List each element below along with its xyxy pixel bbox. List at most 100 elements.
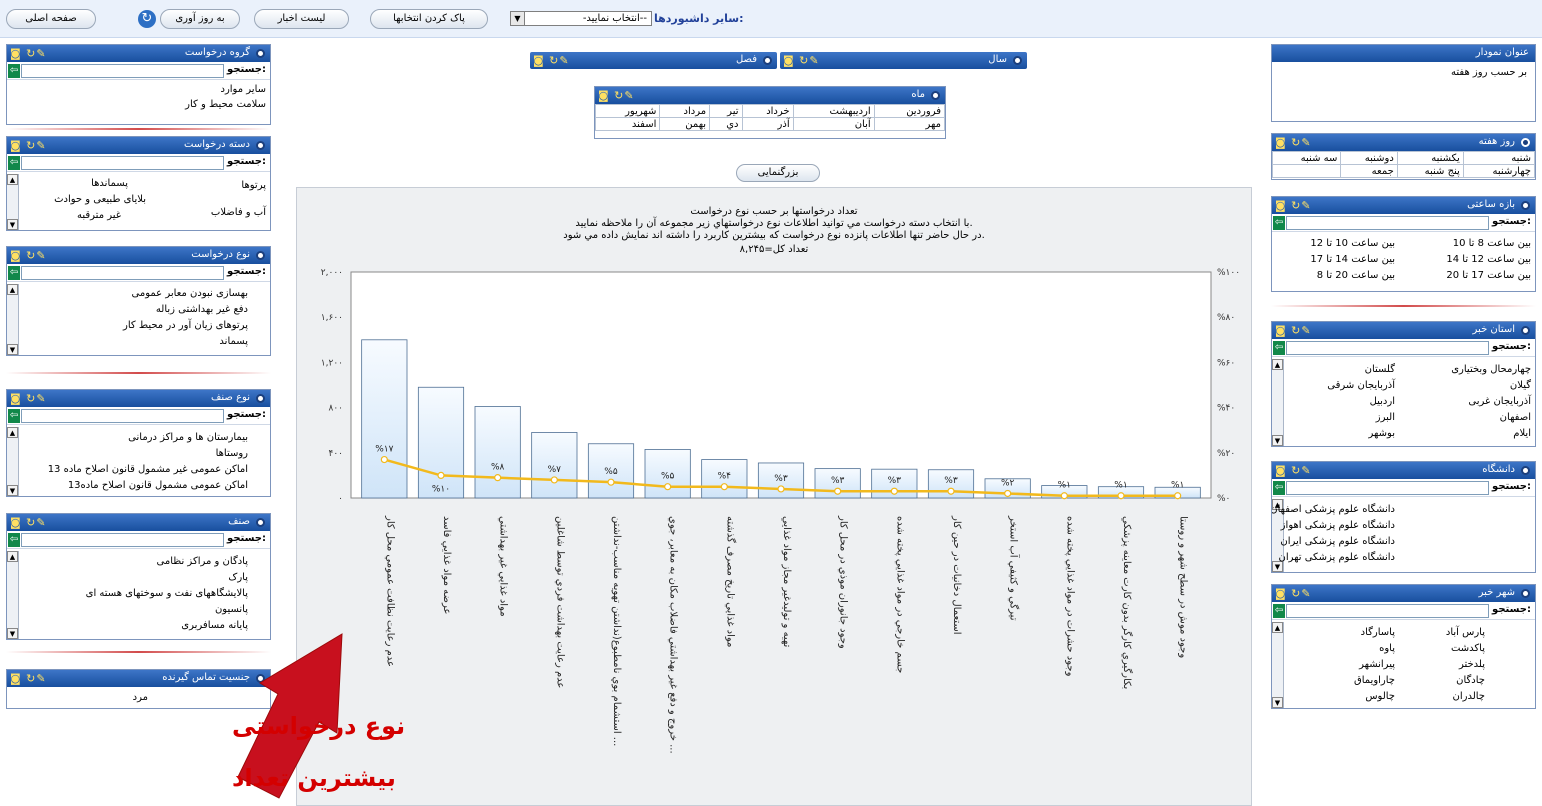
list-item[interactable]: ایلام [1513, 428, 1531, 439]
list-item[interactable]: مرد [133, 692, 148, 703]
grid-cell[interactable]: اردیبهشت [792, 104, 875, 118]
search-input[interactable] [21, 156, 224, 170]
panel-tools-icon[interactable]: ◙ ↻✎ [10, 46, 47, 62]
grid-cell[interactable]: تیر [709, 104, 743, 118]
grid-cell[interactable]: بهمن [659, 117, 711, 131]
grid-cell[interactable]: چهارشنبه [1462, 164, 1535, 178]
search-input[interactable] [1286, 604, 1489, 618]
go-icon[interactable]: ⇦ [1273, 216, 1285, 230]
list-item[interactable]: آذربایجان غربی [1468, 396, 1531, 407]
grid-cell[interactable]: پنج شنبه [1396, 164, 1464, 178]
scroll-up-icon[interactable]: ▲ [7, 174, 18, 185]
home-button[interactable]: صفحه اصلی [6, 9, 96, 29]
radio-icon[interactable] [256, 518, 265, 527]
list-item[interactable]: گیلان [1510, 380, 1531, 391]
list-item[interactable]: پارک [228, 572, 248, 583]
grid-cell[interactable]: دوشنبه [1340, 151, 1398, 165]
scroll-down-icon[interactable]: ▼ [1272, 435, 1283, 446]
list-item[interactable]: چالدران [1453, 691, 1485, 702]
grid-cell[interactable]: فروردین [873, 104, 945, 118]
list-item[interactable]: بیمارستان ها و مراکز درمانی [128, 432, 248, 443]
grid-cell[interactable]: مرداد [659, 104, 711, 118]
grid-cell[interactable]: جمعه [1340, 164, 1398, 178]
list-item[interactable]: پرتوهای زیان آور در محیط کار [123, 320, 248, 331]
list-item[interactable]: روستاها [216, 448, 248, 459]
zoom-button[interactable]: بزرگنمایی [736, 164, 820, 182]
list-item[interactable]: اماکن عمومی مشمول قانون اصلاح ماده13 [68, 480, 248, 491]
radio-icon[interactable] [256, 394, 265, 403]
go-icon[interactable]: ⇦ [1273, 604, 1285, 618]
search-input[interactable] [21, 64, 224, 78]
list-item[interactable]: سلامت محیط و کار [185, 99, 266, 110]
list-item[interactable]: بین ساعت 17 تا 20 [1446, 270, 1531, 281]
list-item[interactable]: چاراویماق [1354, 675, 1395, 686]
scroll-down-icon[interactable]: ▼ [7, 344, 18, 355]
panel-tools-icon[interactable]: ◙ ↻✎ [1275, 463, 1312, 479]
list-item[interactable]: سایر موارد [221, 84, 267, 95]
go-icon[interactable]: ⇦ [1273, 481, 1285, 495]
scroll-up-icon[interactable]: ▲ [7, 284, 18, 295]
panel-tools-icon[interactable]: ◙ ↻✎ [1275, 586, 1312, 602]
panel-tools-icon[interactable]: ◙ ↻✎ [533, 53, 570, 69]
list-item[interactable]: پسماندها [91, 178, 128, 189]
list-item[interactable]: اماکن عمومی غیر مشمول قانون اصلاح ماده 1… [48, 464, 248, 475]
list-item[interactable]: بهسازی نبودن معابر عمومی [132, 288, 248, 299]
go-icon[interactable]: ⇦ [8, 64, 20, 78]
grid-cell[interactable]: آذر [741, 117, 794, 131]
scrollbar[interactable]: ▲ ▼ [7, 174, 19, 230]
search-input[interactable] [1286, 481, 1489, 495]
radio-icon[interactable] [1521, 589, 1530, 598]
list-item[interactable]: چادگان [1456, 675, 1485, 686]
refresh-button[interactable]: به روز آوری [160, 9, 240, 29]
list-item[interactable]: بوشهر [1369, 428, 1395, 439]
radio-selected-icon[interactable] [1521, 138, 1530, 147]
go-icon[interactable]: ⇦ [8, 156, 20, 170]
dashboard-select[interactable]: ▼ --انتخاب نمایید- [510, 11, 652, 26]
scroll-down-icon[interactable]: ▼ [1272, 697, 1283, 708]
panel-tools-icon[interactable]: ◙ ↻✎ [783, 53, 820, 69]
list-item[interactable]: پرتوها [241, 180, 266, 191]
panel-tools-icon[interactable]: ◙ ↻✎ [10, 248, 47, 264]
radio-icon[interactable] [1521, 201, 1530, 210]
list-item[interactable]: بین ساعت 12 تا 14 [1446, 254, 1531, 265]
radio-icon[interactable] [256, 49, 265, 58]
scrollbar[interactable]: ▲ ▼ [7, 427, 19, 496]
refresh-icon[interactable]: ↻ [138, 10, 156, 28]
grid-cell[interactable]: شهریور [595, 104, 661, 118]
list-item[interactable]: بین ساعت 8 تا 10 [1453, 238, 1531, 249]
scroll-up-icon[interactable]: ▲ [1272, 359, 1283, 370]
radio-icon[interactable] [256, 251, 265, 260]
list-item[interactable]: آب و فاضلاب [211, 207, 266, 218]
scroll-down-icon[interactable]: ▼ [7, 219, 18, 230]
list-item[interactable]: پاکدشت [1451, 643, 1485, 654]
list-item[interactable]: گلستان [1365, 364, 1395, 375]
panel-tools-icon[interactable]: ◙ ↻✎ [1275, 135, 1312, 151]
list-item[interactable]: غیر مترقبه [77, 210, 121, 221]
list-item[interactable]: بین ساعت 14 تا 17 [1310, 254, 1395, 265]
search-input[interactable] [21, 266, 224, 280]
news-list-button[interactable]: لیست اخبار [254, 9, 349, 29]
list-item[interactable]: پلدختر [1459, 659, 1485, 670]
list-item[interactable]: چالوس [1365, 691, 1395, 702]
grid-cell[interactable]: اسفند [595, 117, 661, 131]
search-input[interactable] [1286, 216, 1489, 230]
list-item[interactable]: پسماند [219, 336, 248, 347]
radio-icon[interactable] [1521, 326, 1530, 335]
scroll-up-icon[interactable]: ▲ [1272, 622, 1283, 633]
panel-tools-icon[interactable]: ◙ ↻✎ [10, 391, 47, 407]
list-item[interactable]: اردبیل [1370, 396, 1395, 407]
grid-cell[interactable]: خرداد [741, 104, 794, 118]
search-input[interactable] [21, 533, 224, 547]
go-icon[interactable]: ⇦ [8, 409, 20, 423]
grid-cell[interactable]: دي [709, 117, 743, 131]
scrollbar[interactable]: ▲ ▼ [1272, 622, 1284, 708]
panel-tools-icon[interactable]: ◙ ↻✎ [10, 515, 47, 531]
search-input[interactable] [21, 409, 224, 423]
radio-icon[interactable] [256, 141, 265, 150]
radio-icon[interactable] [931, 91, 940, 100]
go-icon[interactable]: ⇦ [8, 266, 20, 280]
panel-tools-icon[interactable]: ◙ ↻✎ [10, 138, 47, 154]
panel-tools-icon[interactable]: ◙ ↻✎ [10, 671, 47, 687]
list-item[interactable]: دفع غیر بهداشتی زباله [156, 304, 248, 315]
radio-icon[interactable] [1521, 466, 1530, 475]
